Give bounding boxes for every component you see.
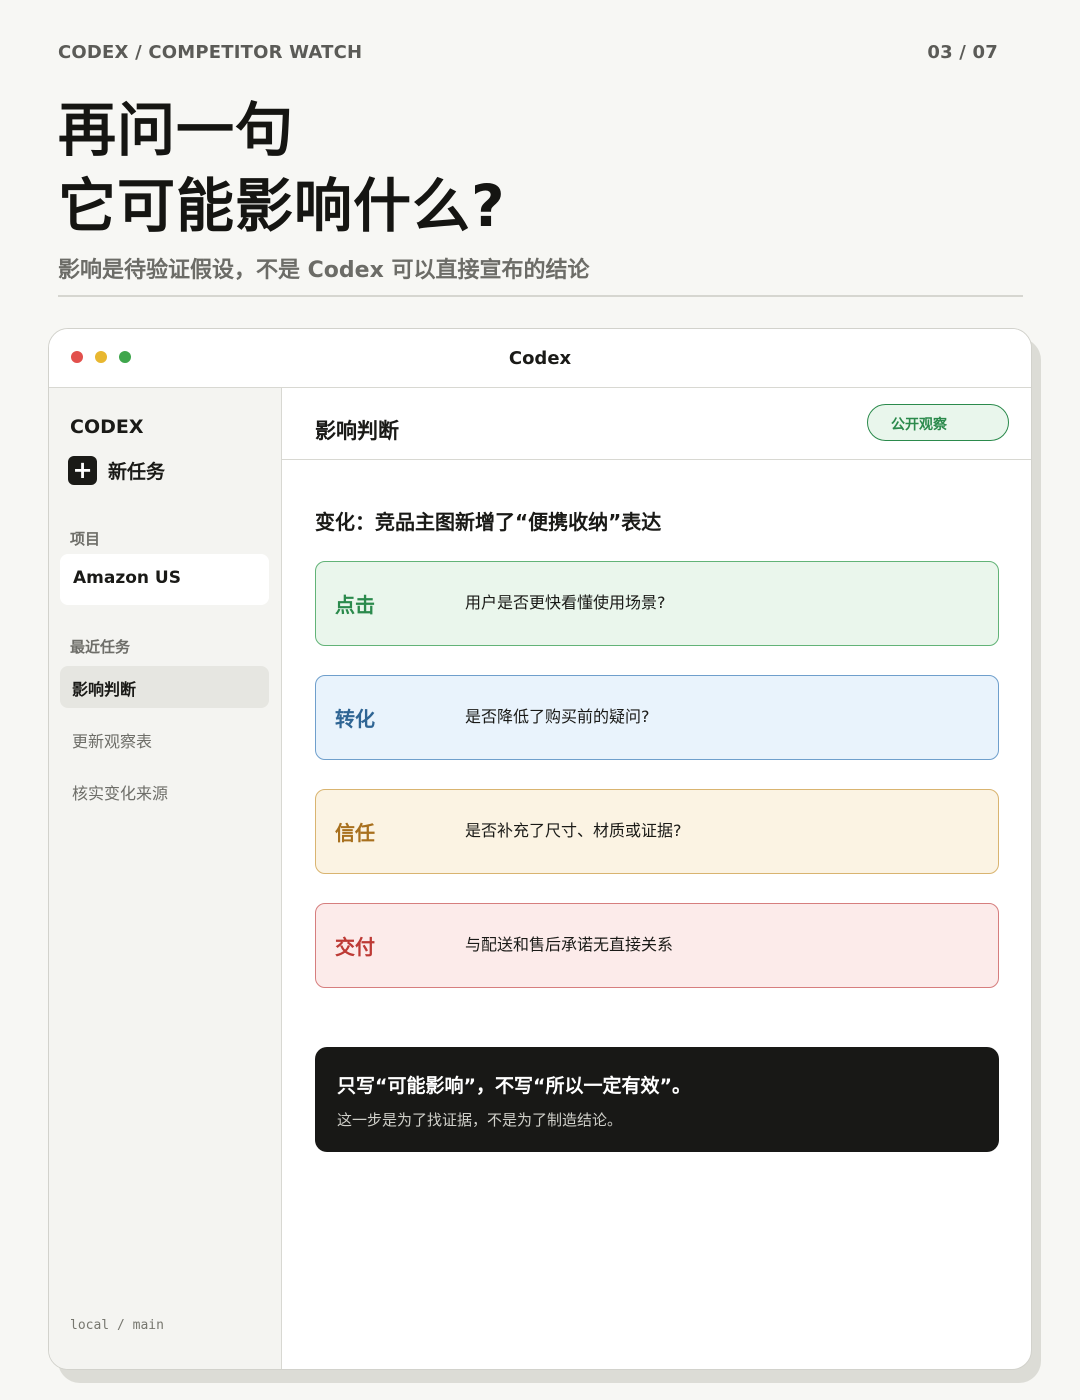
new-task-button[interactable]: + 新任务 xyxy=(68,456,165,485)
factor-question: 用户是否更快看懂使用场景? xyxy=(465,593,666,612)
sidebar-item-project[interactable]: Amazon US xyxy=(60,554,269,605)
page-counter: 03 / 07 xyxy=(927,42,998,63)
top-meta: CODEX / COMPETITOR WATCH 03 / 07 xyxy=(58,42,998,63)
factor-label: 交付 xyxy=(335,935,375,959)
divider xyxy=(58,295,1023,297)
headline-line-1: 再问一句 xyxy=(58,96,295,164)
window-title: Codex xyxy=(508,348,572,369)
headline-line-2: 它可能影响什么? xyxy=(58,172,506,240)
app-window: Codex CODEX + 新任务 项目 Amazon US 最近任务 影响判断… xyxy=(48,328,1032,1370)
headline: 再问一句 它可能影响什么? xyxy=(58,92,506,244)
factor-card-click: 点击 用户是否更快看懂使用场景? xyxy=(315,561,999,646)
sidebar: CODEX + 新任务 项目 Amazon US 最近任务 影响判断 更新观察表… xyxy=(49,388,282,1369)
titlebar: Codex xyxy=(49,329,1031,388)
factor-question: 是否降低了购买前的疑问? xyxy=(465,707,650,726)
factor-label: 转化 xyxy=(335,707,375,731)
plus-icon: + xyxy=(68,456,97,485)
new-task-label: 新任务 xyxy=(108,461,166,483)
recent-section-label: 最近任务 xyxy=(70,638,131,656)
main-header: 影响判断 公开观察 xyxy=(282,388,1031,460)
callout-main-text: 只写“可能影响”，不写“所以一定有效”。 xyxy=(337,1075,691,1097)
factor-card-conversion: 转化 是否降低了购买前的疑问? xyxy=(315,675,999,760)
page-title: 影响判断 xyxy=(315,419,399,443)
main-panel: 影响判断 公开观察 变化：竞品主图新增了“便携收纳”表达 点击 用户是否更快看懂… xyxy=(282,388,1031,1369)
callout-note: 只写“可能影响”，不写“所以一定有效”。 这一步是为了找证据，不是为了制造结论。 xyxy=(315,1047,999,1152)
factor-card-delivery: 交付 与配送和售后承诺无直接关系 xyxy=(315,903,999,988)
sidebar-item-verify-source[interactable]: 核实变化来源 xyxy=(60,770,269,812)
sidebar-item-impact[interactable]: 影响判断 xyxy=(60,666,269,708)
change-title: 变化：竞品主图新增了“便携收纳”表达 xyxy=(315,510,662,534)
brand-path: CODEX / COMPETITOR WATCH xyxy=(58,42,363,63)
subhead: 影响是待验证假设，不是 Codex 可以直接宣布的结论 xyxy=(58,258,590,283)
factor-label: 信任 xyxy=(335,821,375,845)
factor-question: 是否补充了尺寸、材质或证据? xyxy=(465,821,682,840)
sidebar-brand: CODEX xyxy=(70,416,144,438)
callout-sub-text: 这一步是为了找证据，不是为了制造结论。 xyxy=(337,1111,623,1129)
factor-card-trust: 信任 是否补充了尺寸、材质或证据? xyxy=(315,789,999,874)
factor-label: 点击 xyxy=(335,593,375,617)
factor-question: 与配送和售后承诺无直接关系 xyxy=(465,935,674,954)
projects-section-label: 项目 xyxy=(70,530,101,548)
branch-indicator: local / main xyxy=(70,1318,164,1333)
status-badge: 公开观察 xyxy=(867,404,1009,441)
sidebar-item-update-table[interactable]: 更新观察表 xyxy=(60,718,269,760)
